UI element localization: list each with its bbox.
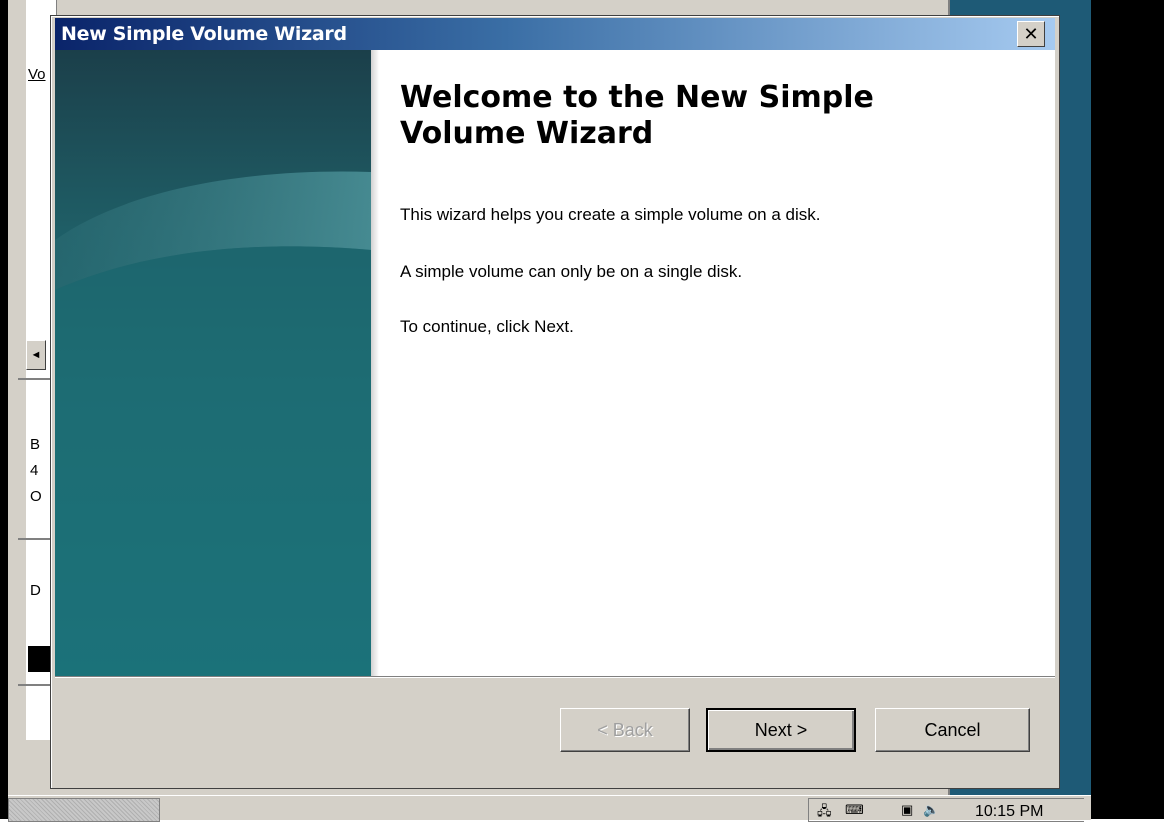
- keyboard-icon[interactable]: ⌨: [845, 802, 864, 818]
- screen-border-left: [0, 0, 8, 819]
- banner-shadow: [371, 50, 379, 676]
- screen-border-right: [1091, 0, 1164, 819]
- welcome-heading: Welcome to the New Simple Volume Wizard: [400, 80, 874, 151]
- button-area-separator-highlight: [55, 677, 1055, 678]
- constraint-paragraph: A simple volume can only be on a single …: [400, 262, 743, 281]
- background-column-header: Vo: [28, 66, 46, 83]
- monitor-icon[interactable]: ▣: [901, 802, 919, 818]
- intro-paragraph: This wizard helps you create a simple vo…: [400, 205, 821, 224]
- taskbar-clock[interactable]: 10:15 PM: [975, 803, 1043, 821]
- background-legend-swatch: [28, 646, 50, 672]
- volume-icon[interactable]: 🔈: [923, 802, 941, 818]
- background-disk-label: B: [30, 436, 41, 453]
- close-button[interactable]: ✕: [1017, 21, 1045, 47]
- next-button[interactable]: Next >: [706, 708, 856, 752]
- background-disk-status: O: [30, 488, 42, 505]
- back-button[interactable]: < Back: [560, 708, 690, 752]
- wizard-titlebar[interactable]: New Simple Volume Wizard ✕: [55, 18, 1055, 50]
- background-divider-3: [18, 684, 50, 686]
- taskbar-window-button[interactable]: [8, 798, 160, 822]
- background-divider-2: [18, 538, 50, 540]
- cancel-button[interactable]: Cancel: [875, 708, 1030, 752]
- background-divider: [18, 378, 50, 380]
- network-icon[interactable]: 🖧: [817, 802, 835, 818]
- banner-swoosh-graphic: [55, 50, 371, 676]
- background-scroll-left-button[interactable]: ◄: [26, 340, 46, 370]
- continue-paragraph: To continue, click Next.: [400, 317, 574, 336]
- taskbar: 🖧 ⌨ ▣ 🔈: [8, 795, 1091, 822]
- wizard-side-banner: [55, 50, 371, 676]
- wizard-title: New Simple Volume Wizard: [61, 23, 347, 45]
- background-disk-size: 4: [30, 462, 39, 479]
- background-drive-label: D: [30, 582, 41, 599]
